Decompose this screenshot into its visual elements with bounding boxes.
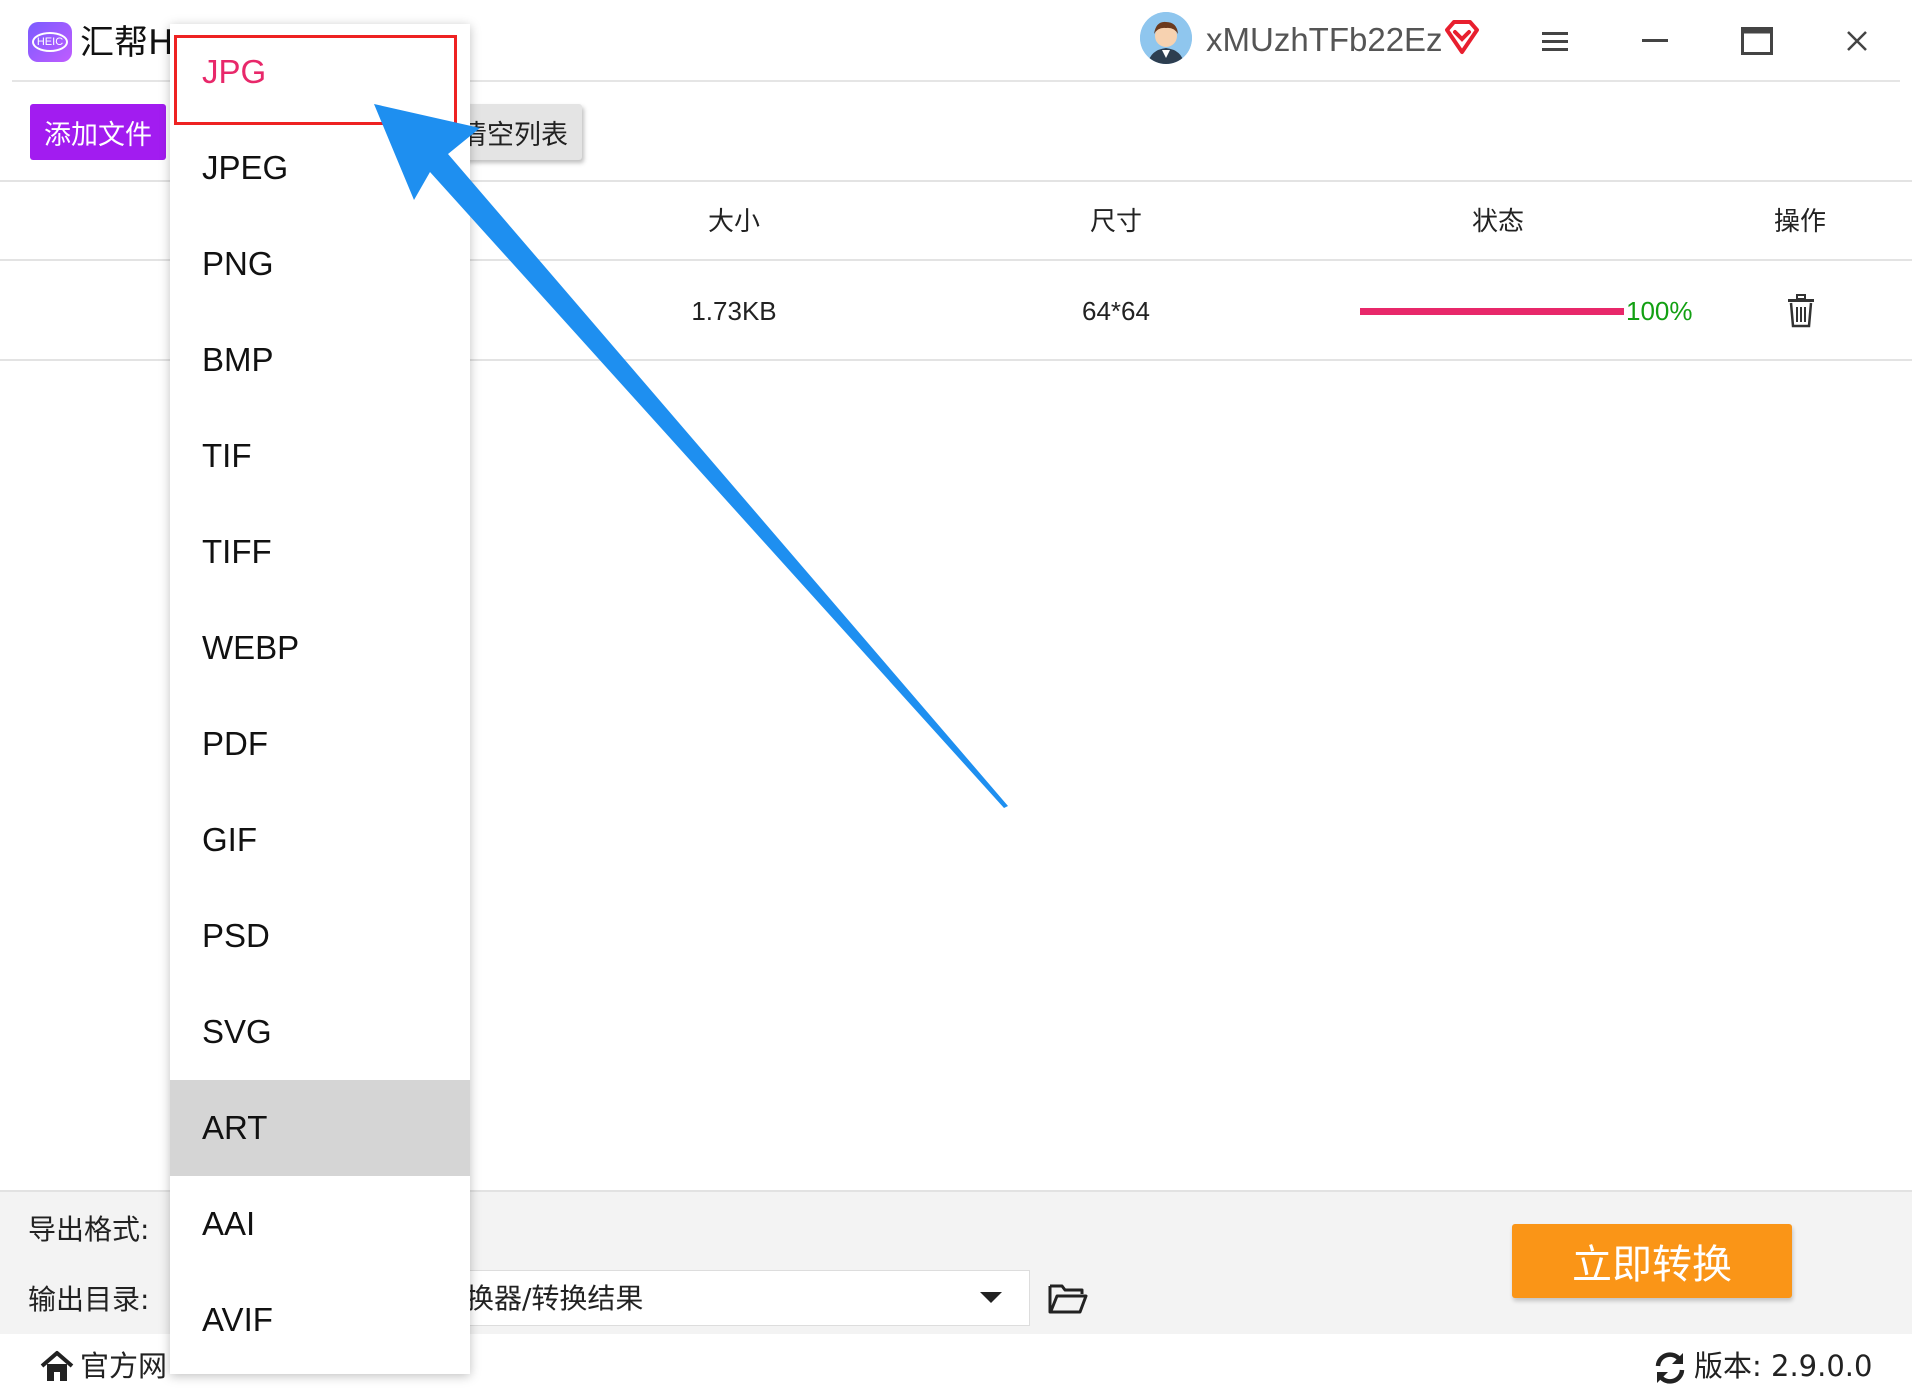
avatar[interactable]: [1140, 12, 1192, 64]
annotation-highlight-box: [174, 35, 457, 125]
trash-icon[interactable]: [1786, 294, 1816, 328]
menu-icon[interactable]: [1530, 18, 1580, 64]
version-label: 版本: 2.9.0.0: [1694, 1349, 1873, 1383]
maximize-icon[interactable]: [1732, 18, 1782, 64]
progress-bar-fill: [1360, 308, 1624, 315]
avatar-icon: [1140, 12, 1192, 64]
format-option-jpeg[interactable]: JPEG: [170, 120, 470, 216]
output-directory-label: 输出目录:: [28, 1283, 150, 1316]
username[interactable]: xMUzhTFb22Ez: [1206, 18, 1443, 62]
file-size-cell: 1.73KB: [691, 296, 777, 326]
export-format-label: 导出格式:: [28, 1213, 150, 1246]
column-header-actions: 操作: [1773, 207, 1827, 237]
format-option-webp[interactable]: WEBP: [170, 600, 470, 696]
format-dropdown-menu: JPG JPEG PNG BMP TIF TIFF WEBP PDF GIF P…: [170, 24, 470, 1374]
clear-list-button[interactable]: 清空列表: [460, 104, 582, 160]
close-icon[interactable]: [1832, 18, 1882, 64]
format-option-avif[interactable]: AVIF: [170, 1272, 470, 1368]
minimize-icon[interactable]: [1630, 18, 1680, 64]
progress-percent: 100%: [1626, 296, 1693, 326]
format-option-aai[interactable]: AAI: [170, 1176, 470, 1272]
format-option-pdf[interactable]: PDF: [170, 696, 470, 792]
official-website-link[interactable]: 官方网: [80, 1346, 167, 1386]
folder-open-icon[interactable]: [1048, 1280, 1088, 1316]
format-option-psd[interactable]: PSD: [170, 888, 470, 984]
column-header-status: 状态: [1471, 207, 1525, 237]
app-logo-text: HEIC: [31, 32, 69, 52]
format-option-svg[interactable]: SVG: [170, 984, 470, 1080]
progress-bar: [1360, 308, 1624, 315]
format-option-tiff[interactable]: TIFF: [170, 504, 470, 600]
file-dimensions-cell: 64*64: [1082, 296, 1150, 326]
home-icon[interactable]: [40, 1350, 74, 1382]
caret-down-icon[interactable]: [980, 1292, 1002, 1303]
format-option-png[interactable]: PNG: [170, 216, 470, 312]
column-header-dimensions: 尺寸: [1089, 207, 1143, 237]
column-header-size: 大小: [707, 207, 761, 237]
add-file-button[interactable]: 添加文件: [30, 104, 166, 160]
convert-now-button[interactable]: 立即转换: [1512, 1224, 1792, 1298]
output-directory-value: 换器/转换结果: [466, 1282, 644, 1315]
format-option-art[interactable]: ART: [170, 1080, 470, 1176]
refresh-icon[interactable]: [1652, 1350, 1688, 1386]
vip-diamond-icon[interactable]: [1442, 18, 1482, 58]
format-option-gif[interactable]: GIF: [170, 792, 470, 888]
app-logo: HEIC: [28, 22, 72, 62]
format-option-bmp[interactable]: BMP: [170, 312, 470, 408]
format-option-tif[interactable]: TIF: [170, 408, 470, 504]
